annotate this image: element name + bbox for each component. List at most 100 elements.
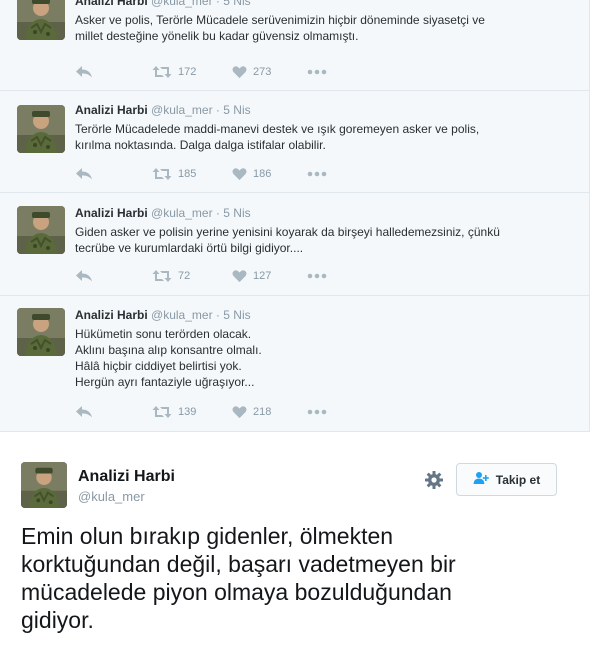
author-handle[interactable]: @kula_mer <box>78 489 145 504</box>
tweet[interactable]: Analizi Harbi @kula_mer · 5 Nis Hükümeti… <box>0 296 589 432</box>
more-button[interactable] <box>307 409 327 415</box>
author-name[interactable]: Analizi Harbi <box>78 468 175 486</box>
avatar[interactable] <box>17 105 65 153</box>
tweet-text: Asker ve polis, Terörle Mücadele serüven… <box>75 12 574 44</box>
author-name[interactable]: Analizi Harbi <box>75 206 148 220</box>
like-button[interactable]: 273 <box>232 65 307 79</box>
like-count: 218 <box>253 406 272 418</box>
separator-dot: · <box>215 0 220 8</box>
tweet[interactable]: Analizi Harbi @kula_mer · 5 Nis Terörle … <box>0 91 589 193</box>
author-handle[interactable]: @kula_mer <box>151 308 213 322</box>
heart-icon <box>232 65 247 79</box>
tweet-text: Terörle Mücadelede maddi-manevi destek v… <box>75 121 574 153</box>
tweet-text: Hükümetin sonu terörden olacak. Aklını b… <box>75 326 574 390</box>
retweet-button[interactable]: 185 <box>152 167 232 181</box>
tweet-text-line: Giden asker ve polisin yerine yenisini k… <box>75 225 500 239</box>
retweet-button[interactable]: 72 <box>152 269 232 283</box>
tweet-header: Analizi Harbi @kula_mer · 5 Nis <box>75 0 574 9</box>
heart-icon <box>232 167 247 181</box>
more-icon <box>307 171 327 177</box>
author-handle[interactable]: @kula_mer <box>151 103 213 117</box>
main-tweet-text-line: gidiyor. <box>21 607 94 633</box>
reply-icon <box>75 167 93 181</box>
author-name[interactable]: Analizi Harbi <box>75 103 148 117</box>
author-handle[interactable]: @kula_mer <box>151 206 213 220</box>
add-user-icon <box>473 471 496 488</box>
reply-icon <box>75 65 93 79</box>
retweet-count: 172 <box>178 66 197 78</box>
tweet-text-line: kırılma noktasında. Dalga dalga istifala… <box>75 138 326 152</box>
heart-icon <box>232 405 247 419</box>
reply-icon <box>75 269 93 283</box>
tweet-text: Giden asker ve polisin yerine yenisini k… <box>75 224 574 256</box>
main-tweet-text-line: mücadelede piyon olmaya bozulduğundan <box>21 579 452 605</box>
separator-dot: · <box>215 308 220 322</box>
reply-icon <box>75 405 93 419</box>
tweet-header: Analizi Harbi @kula_mer · 5 Nis <box>75 308 574 323</box>
author-name[interactable]: Analizi Harbi <box>75 0 148 8</box>
retweet-count: 139 <box>178 406 197 418</box>
retweet-button[interactable]: 172 <box>152 65 232 79</box>
tweet-timestamp[interactable]: 5 Nis <box>223 103 250 117</box>
tweet-header: Analizi Harbi @kula_mer · 5 Nis <box>75 103 574 118</box>
like-count: 273 <box>253 66 272 78</box>
more-icon <box>307 273 327 279</box>
more-button[interactable] <box>307 69 327 75</box>
like-button[interactable]: 218 <box>232 405 307 419</box>
tweet-text-line: Hergün ayrı fantaziyle uğraşıyor... <box>75 375 255 389</box>
tweet-text-line: Aklını başına alıp konsantre olmalı. <box>75 343 262 357</box>
tweet[interactable]: Analizi Harbi @kula_mer · 5 Nis Asker ve… <box>0 0 589 91</box>
more-button[interactable] <box>307 273 327 279</box>
tweet-text-line: Terörle Mücadelede maddi-manevi destek v… <box>75 122 480 136</box>
main-tweet-text: Emin olun bırakıp gidenler, ölmekten kor… <box>21 522 541 634</box>
separator-dot: · <box>215 206 220 220</box>
tweet-text-line: Hükümetin sonu terörden olacak. <box>75 327 252 341</box>
reply-button[interactable] <box>75 269 152 283</box>
tweet-actions: 72 127 <box>75 267 327 285</box>
tweet-header: Analizi Harbi @kula_mer · 5 Nis <box>75 206 574 221</box>
timeline: Analizi Harbi @kula_mer · 5 Nis Asker ve… <box>0 0 590 432</box>
main-tweet: Analizi Harbi @kula_mer Takip et Emin ol… <box>0 432 600 649</box>
like-count: 186 <box>253 168 272 180</box>
reply-button[interactable] <box>75 167 152 181</box>
tweet-timestamp[interactable]: 5 Nis <box>223 308 250 322</box>
more-button[interactable] <box>307 171 327 177</box>
retweet-icon <box>152 65 172 79</box>
tweet-timestamp[interactable]: 5 Nis <box>223 0 250 8</box>
tweet-actions: 172 273 <box>75 63 327 81</box>
tweet-actions: 139 218 <box>75 403 327 421</box>
author-name[interactable]: Analizi Harbi <box>75 308 148 322</box>
main-tweet-text-line: Emin olun bırakıp gidenler, ölmekten <box>21 523 394 549</box>
retweet-count: 185 <box>178 168 197 180</box>
author-handle[interactable]: @kula_mer <box>151 0 213 8</box>
heart-icon <box>232 269 247 283</box>
like-button[interactable]: 186 <box>232 167 307 181</box>
follow-button[interactable]: Takip et <box>456 463 557 496</box>
reply-button[interactable] <box>75 405 152 419</box>
tweet[interactable]: Analizi Harbi @kula_mer · 5 Nis Giden as… <box>0 194 589 296</box>
avatar[interactable] <box>17 0 65 40</box>
follow-label: Takip et <box>495 472 541 487</box>
avatar[interactable] <box>21 462 67 508</box>
retweet-icon <box>152 405 172 419</box>
more-icon <box>307 69 327 75</box>
separator-dot: · <box>215 103 220 117</box>
tweet-text-line: Asker ve polis, Terörle Mücadele serüven… <box>75 13 485 27</box>
more-icon <box>307 409 327 415</box>
retweet-button[interactable]: 139 <box>152 405 232 419</box>
main-tweet-text-line: korktuğundan değil, başarı vadetmeyen bi… <box>21 551 456 577</box>
tweet-timestamp[interactable]: 5 Nis <box>223 206 250 220</box>
retweet-icon <box>152 167 172 181</box>
like-button[interactable]: 127 <box>232 269 307 283</box>
tweet-text-line: Hâlâ hiçbir ciddiyet belirtisi yok. <box>75 359 242 373</box>
tweet-actions: 185 186 <box>75 165 327 183</box>
avatar[interactable] <box>17 206 65 254</box>
reply-button[interactable] <box>75 65 152 79</box>
retweet-icon <box>152 269 172 283</box>
avatar[interactable] <box>17 308 65 356</box>
retweet-count: 72 <box>178 270 191 282</box>
gear-icon[interactable] <box>424 470 444 490</box>
like-count: 127 <box>253 270 272 282</box>
tweet-text-line: millet desteğine yönelik bu kadar güvens… <box>75 29 359 43</box>
tweet-text-line: tecrübe ve kurumlardaki örtü bilgi gidiy… <box>75 241 304 255</box>
